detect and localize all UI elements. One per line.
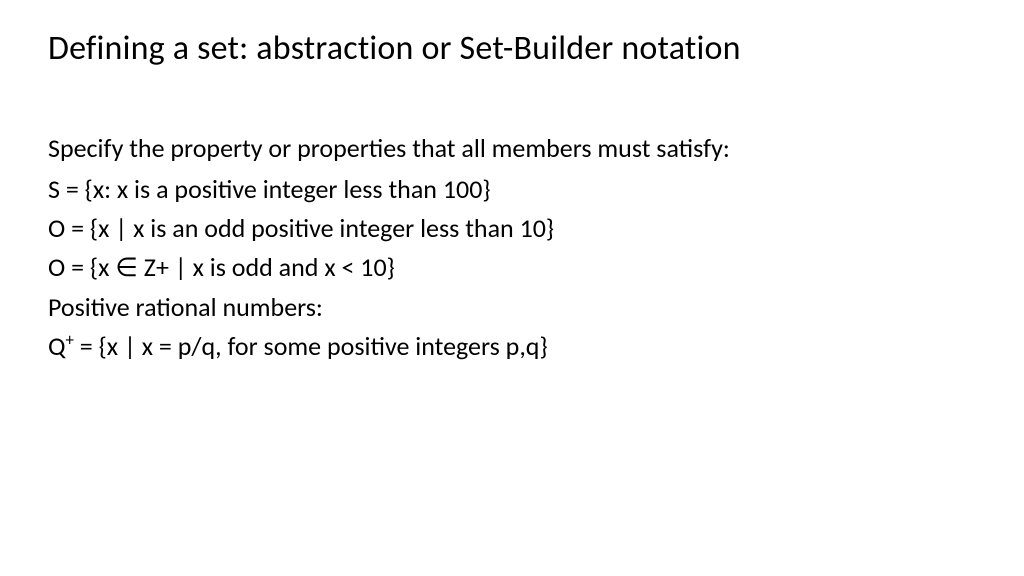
o-def2-post: Z+ | x is odd and x < 10} <box>138 251 395 283</box>
q-post: = {x | x = p/q, for some positive intege… <box>74 330 548 362</box>
q-pre: Q <box>48 330 66 362</box>
o-def2-pre: O = {x <box>48 251 115 283</box>
intro-text: Specify the property or properties that … <box>48 131 976 166</box>
slide-title: Defining a set: abstraction or Set-Build… <box>48 28 976 69</box>
set-q-definition: Q+ = {x | x = p/q, for some positive int… <box>48 329 976 364</box>
slide-body: Specify the property or properties that … <box>48 131 976 365</box>
set-o-definition-1: O = {x | x is an odd positive integer le… <box>48 211 976 246</box>
set-s-definition: S = {x: x is a positive integer less tha… <box>48 172 976 207</box>
set-o-definition-2: O = {x ∈ Z+ | x is odd and x < 10} <box>48 250 976 286</box>
q-superscript: + <box>66 330 74 351</box>
positive-rational-label: Positive rational numbers: <box>48 290 976 325</box>
element-of-symbol: ∈ <box>115 253 138 283</box>
